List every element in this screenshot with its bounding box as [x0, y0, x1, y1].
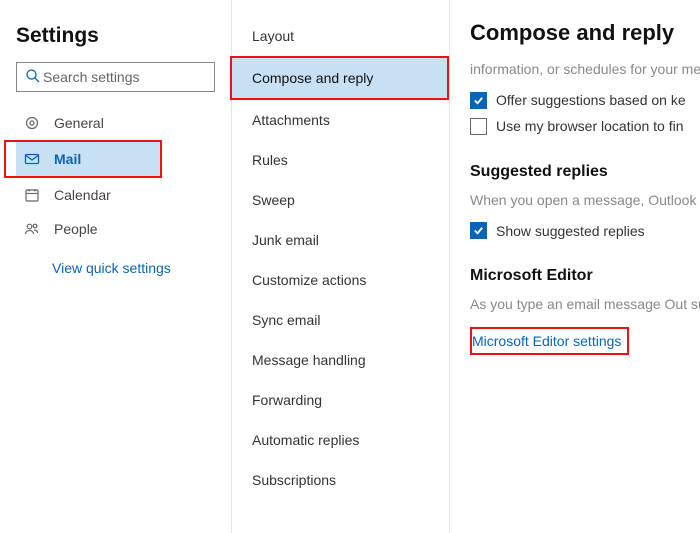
- submenu-layout[interactable]: Layout: [232, 16, 449, 56]
- editor-desc: As you type an email message Out suggest…: [470, 295, 700, 315]
- checkbox-show-suggested[interactable]: Show suggested replies: [470, 222, 700, 239]
- checkbox-label: Show suggested replies: [496, 223, 645, 239]
- search-settings-box[interactable]: [16, 62, 215, 92]
- checkbox-offer-suggestions[interactable]: Offer suggestions based on ke: [470, 92, 700, 109]
- submenu-rules[interactable]: Rules: [232, 140, 449, 180]
- submenu-sweep[interactable]: Sweep: [232, 180, 449, 220]
- checkbox-icon: [470, 118, 487, 135]
- calendar-icon: [24, 187, 40, 203]
- sidebar-item-label: People: [54, 221, 98, 237]
- view-quick-settings-link[interactable]: View quick settings: [16, 246, 215, 276]
- submenu-attachments[interactable]: Attachments: [232, 100, 449, 140]
- sidebar-item-calendar[interactable]: Calendar: [16, 178, 215, 212]
- microsoft-editor-settings-link[interactable]: Microsoft Editor settings: [472, 333, 621, 349]
- mail-icon: [24, 151, 40, 167]
- people-icon: [24, 221, 40, 237]
- sidebar-item-general[interactable]: General: [16, 106, 215, 140]
- submenu-subscriptions[interactable]: Subscriptions: [232, 460, 449, 500]
- panel-title: Compose and reply: [470, 20, 700, 46]
- sidebar-item-label: Mail: [54, 151, 81, 167]
- sidebar-item-label: General: [54, 115, 104, 131]
- mail-submenu: Layout Compose and reply Attachments Rul…: [232, 0, 450, 533]
- submenu-forwarding[interactable]: Forwarding: [232, 380, 449, 420]
- settings-title: Settings: [16, 24, 215, 48]
- sidebar-item-label: Calendar: [54, 187, 111, 203]
- settings-sidebar: Settings General Mail: [0, 0, 232, 533]
- submenu-automatic-replies[interactable]: Automatic replies: [232, 420, 449, 460]
- search-input[interactable]: [41, 68, 226, 86]
- submenu-sync-email[interactable]: Sync email: [232, 300, 449, 340]
- submenu-junk-email[interactable]: Junk email: [232, 220, 449, 260]
- checkbox-browser-location[interactable]: Use my browser location to fin: [470, 118, 700, 135]
- checkbox-label: Use my browser location to fin: [496, 118, 684, 134]
- submenu-message-handling[interactable]: Message handling: [232, 340, 449, 380]
- settings-content-panel: Compose and reply information, or schedu…: [450, 0, 700, 533]
- section-microsoft-editor: Microsoft Editor: [470, 267, 700, 285]
- checkbox-icon: [470, 222, 487, 239]
- intro-fragment: information, or schedules for your messa…: [470, 60, 700, 80]
- section-suggested-replies: Suggested replies: [470, 163, 700, 181]
- checkbox-icon: [470, 92, 487, 109]
- suggested-replies-desc: When you open a message, Outlook sending…: [470, 191, 700, 211]
- gear-icon: [24, 115, 40, 131]
- submenu-customize-actions[interactable]: Customize actions: [232, 260, 449, 300]
- sidebar-item-mail[interactable]: Mail: [16, 142, 160, 176]
- sidebar-item-people[interactable]: People: [16, 212, 215, 246]
- search-icon: [25, 68, 41, 87]
- submenu-compose-and-reply[interactable]: Compose and reply: [232, 58, 447, 98]
- checkbox-label: Offer suggestions based on ke: [496, 92, 686, 108]
